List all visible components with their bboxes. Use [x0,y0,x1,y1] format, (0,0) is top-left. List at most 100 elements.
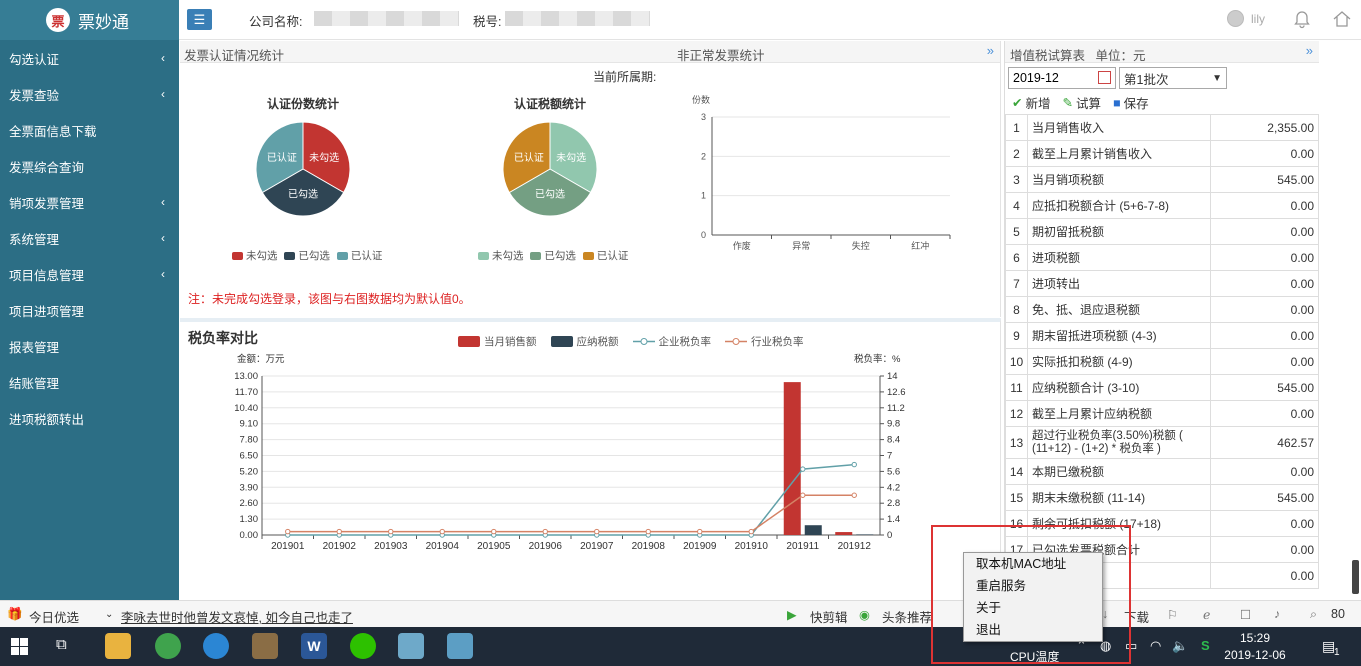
row-value[interactable]: 0.00 [1210,244,1319,271]
menu-item-exit[interactable]: 退出 [964,619,1102,641]
line-point-1-0[interactable] [285,528,291,535]
row-value[interactable]: 0.00 [1210,348,1319,375]
row-value[interactable]: 0.00 [1210,536,1319,563]
task-view-icon[interactable]: ⧉ [56,636,67,653]
row-value[interactable]: 0.00 [1210,458,1319,485]
feather-app-icon[interactable] [203,633,229,659]
sidebar-item-5[interactable]: 系统管理 ‹ [0,220,179,256]
row-value[interactable]: 545.00 [1210,484,1319,511]
line-point-1-8[interactable] [697,528,703,535]
file-explorer-icon[interactable] [105,633,131,659]
ie-icon[interactable]: ℯ [1203,607,1210,622]
row-value[interactable]: 0.00 [1210,510,1319,537]
sidebar-item-1[interactable]: 发票查验 ‹ [0,76,179,112]
batch-select[interactable]: 第1批次 ▼ [1119,67,1227,89]
pie2-legend-item[interactable]: 已勾选 [530,248,578,263]
collapse-icon[interactable]: » [1306,43,1313,58]
bell-icon[interactable] [1291,8,1313,30]
flag-icon[interactable]: ⚐ [1167,607,1178,622]
add-button[interactable]: ✔ 新增 [1012,93,1051,112]
download-link[interactable]: 下载 [1124,607,1149,626]
toutiao-link[interactable]: 头条推荐 [882,607,932,626]
scrollbar-thumb[interactable] [1352,560,1359,594]
zoom-level[interactable]: 80 [1331,607,1345,621]
taskbar-clock[interactable]: 15:29 2019-12-06 [1222,630,1288,664]
calendar-icon[interactable] [1098,71,1111,84]
row-value[interactable]: 545.00 [1210,374,1319,401]
pie2-legend-item[interactable]: 已认证 [582,248,631,263]
bar-0-10[interactable] [783,382,801,535]
app-icon[interactable] [398,633,424,659]
sidebar-item-2[interactable]: 全票面信息下载 [0,112,179,148]
bar-0-11[interactable] [835,532,853,535]
window-icon[interactable]: ☐ [1240,607,1251,622]
row-value[interactable]: 0.00 [1210,562,1319,589]
volume-mute-icon[interactable]: 🔈 [1172,638,1188,654]
row-value[interactable]: 2,355.00 [1210,114,1319,141]
row-value[interactable]: 0.00 [1210,270,1319,297]
line-point-1-4[interactable] [491,528,497,535]
line-point-0-11[interactable] [851,461,857,468]
pie1-legend-item[interactable]: 已认证 [336,248,385,263]
legend-tax-payable[interactable]: 应纳税额 [550,334,619,349]
row-value[interactable]: 0.00 [1210,140,1319,167]
sidebar-item-7[interactable]: 项目进项管理 [0,292,179,328]
line-point-1-2[interactable] [388,528,394,535]
row-value[interactable]: 0.00 [1210,218,1319,245]
photo-app-icon[interactable] [252,633,278,659]
line-point-1-1[interactable] [336,528,342,535]
sidebar-item-3[interactable]: 发票综合查询 [0,148,179,184]
home-icon[interactable] [1331,8,1353,30]
chevron-down-icon[interactable]: ⌄ [105,609,113,620]
sidebar-item-6[interactable]: 项目信息管理 ‹ [0,256,179,292]
legend-company-rate[interactable]: 企业税负率 [632,334,711,349]
pie1-legend-item[interactable]: 已勾选 [284,248,332,263]
legend-industry-rate[interactable]: 行业税负率 [725,334,804,349]
sidebar-item-8[interactable]: 报表管理 [0,328,179,364]
line-point-1-9[interactable] [748,528,754,535]
line-point-1-7[interactable] [645,528,651,535]
row-value[interactable]: 462.57 [1210,426,1319,459]
row-value[interactable]: 0.00 [1210,296,1319,323]
wechat-icon[interactable] [350,633,376,659]
today-picks[interactable]: 今日优选 [29,607,79,626]
kuaijianji-link[interactable]: 快剪辑 [810,607,848,626]
line-point-1-6[interactable] [594,528,600,535]
line-point-1-3[interactable] [439,528,445,535]
windows-start-icon[interactable] [11,638,28,655]
menu-item-about[interactable]: 关于 [964,597,1102,619]
line-point-1-5[interactable] [542,528,548,535]
row-value[interactable]: 0.00 [1210,322,1319,349]
menu-item-restart-service[interactable]: 重启服务 [964,575,1102,597]
sidebar-item-9[interactable]: 结账管理 [0,364,179,400]
wifi-icon[interactable]: ◠ [1150,638,1161,654]
row-value[interactable]: 0.00 [1210,400,1319,427]
news-headline[interactable]: 李咏去世时他曾发文哀悼, 如今自己也走了 [121,607,353,626]
legend-sales[interactable]: 当月销售额 [458,334,537,349]
pie1-legend-item[interactable]: 未勾选 [232,248,280,263]
line-point-1-10[interactable] [800,492,806,498]
bar-1-10[interactable] [804,525,822,535]
line-point-1-11[interactable] [851,492,857,498]
avatar[interactable] [1227,10,1244,27]
line-point-0-10[interactable] [800,466,806,472]
security-app-icon[interactable]: S [1201,638,1210,653]
row-value[interactable]: 545.00 [1210,166,1319,193]
sidebar-item-0[interactable]: 勾选认证 ‹ [0,40,179,76]
browser-icon[interactable] [155,633,181,659]
word-icon[interactable]: W [301,633,327,659]
username[interactable]: lily [1251,12,1265,26]
app-icon-2[interactable] [447,633,473,659]
calc-button[interactable]: ✎ 试算 [1063,93,1102,112]
collapse-icon[interactable]: » [987,43,994,58]
speaker-icon[interactable]: ♪ [1274,607,1280,621]
app-logo[interactable]: 票 票妙通 [0,0,179,40]
sidebar-item-4[interactable]: 销项发票管理 ‹ [0,184,179,220]
pie2-legend-item[interactable]: 未勾选 [478,248,526,263]
menu-item-get-mac[interactable]: 取本机MAC地址 [964,553,1102,575]
row-value[interactable]: 0.00 [1210,192,1319,219]
save-button[interactable]: ■ 保存 [1113,93,1149,112]
bar-1-11[interactable] [856,534,874,535]
battery-icon[interactable]: ▭ [1125,638,1137,654]
menu-toggle-button[interactable]: ☰ [187,9,212,30]
